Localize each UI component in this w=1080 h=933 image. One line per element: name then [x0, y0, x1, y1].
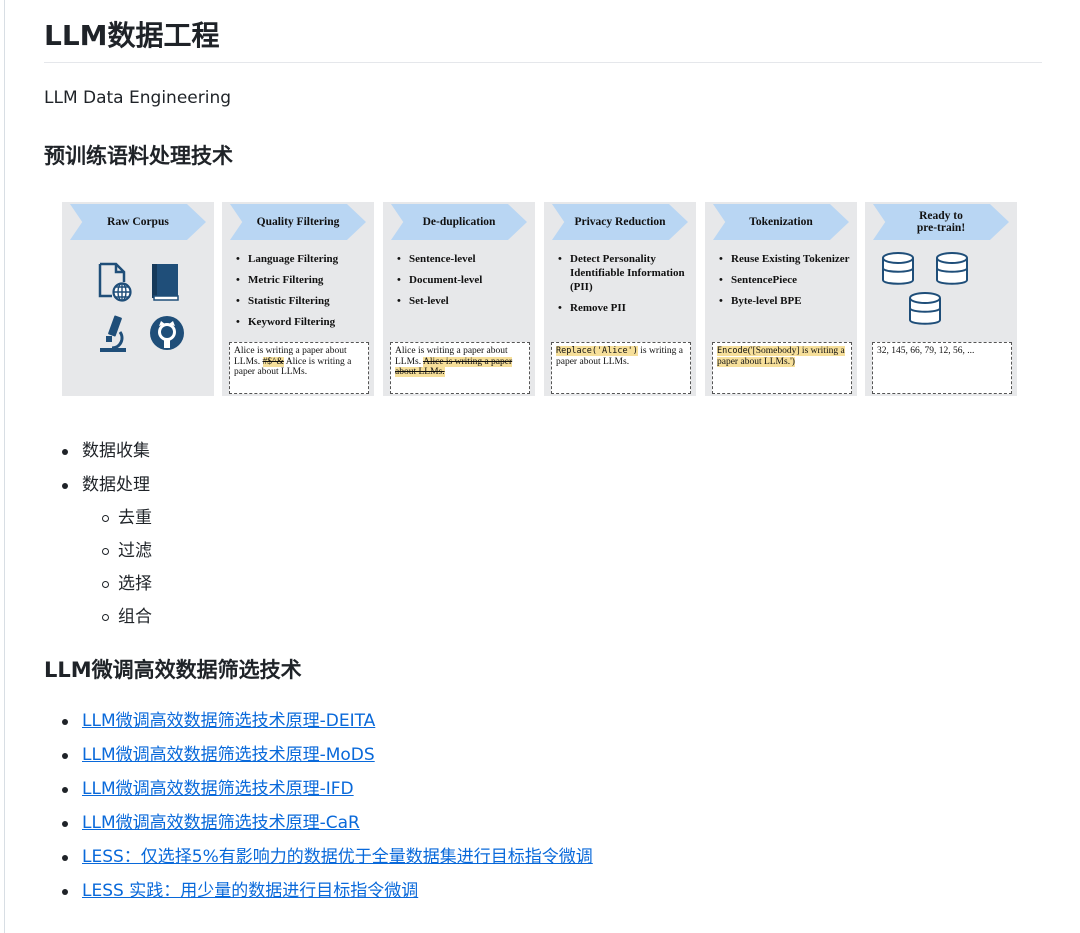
sub-list: 去重 过滤 选择 组合	[82, 502, 152, 634]
example-text: 32, 145, 66, 79, 12, 56, ...	[877, 346, 975, 356]
stage-arrow: Privacy Reduction	[552, 204, 688, 240]
sub-list-item: 选择	[82, 568, 152, 601]
bullet: Keyword Filtering	[232, 315, 370, 329]
sub-list-item: 去重	[82, 502, 152, 535]
microscope-icon	[100, 315, 126, 352]
stage-example: Alice is writing a paper about LLMs. Ali…	[390, 342, 530, 394]
bullet: Sentence-level	[393, 252, 531, 266]
stage-arrow: Ready to pre-train!	[873, 204, 1009, 240]
article-link-less[interactable]: LESS：仅选择5%有影响力的数据优于全量数据集进行目标指令微调	[82, 847, 593, 867]
bullet: Remove PII	[554, 301, 692, 315]
example-code: Encode	[717, 346, 748, 356]
stage-example: Replace('Alice') is writing a paper abou…	[551, 342, 691, 394]
stage-example: Alice is writing a paper about LLMs. #$^…	[229, 342, 369, 394]
bullet: SentencePiece	[715, 273, 853, 287]
stage-arrow: De-duplication	[391, 204, 527, 240]
example-code: Replace('Alice')	[556, 346, 638, 356]
list-item: LESS：仅选择5%有影响力的数据优于全量数据集进行目标指令微调	[62, 840, 593, 874]
stage-label: Tokenization	[749, 216, 813, 228]
book-icon	[152, 264, 179, 301]
page-title: LLM数据工程	[44, 16, 1042, 63]
section-heading-finetune: LLM微调高效数据筛选技术	[44, 658, 302, 682]
stage-label-line: pre-train!	[916, 222, 966, 234]
left-border	[4, 0, 5, 933]
example-strike: #$^&	[262, 356, 284, 367]
stage-bullets: Detect Personality Identifiable Informat…	[554, 252, 692, 322]
article-link-mods[interactable]: LLM微调高效数据筛选技术原理-MoDS	[82, 745, 375, 765]
bullet: Metric Filtering	[232, 273, 370, 287]
pretrain-list: 数据收集 数据处理 去重 过滤 选择 组合	[62, 434, 152, 634]
bullet: Reuse Existing Tokenizer	[715, 252, 853, 266]
article-link-deita[interactable]: LLM微调高效数据筛选技术原理-DEITA	[82, 711, 375, 731]
list-item: LLM微调高效数据筛选技术原理-DEITA	[62, 704, 593, 738]
list-item: LLM微调高效数据筛选技术原理-MoDS	[62, 738, 593, 772]
stage-label-line: Ready to	[919, 210, 963, 222]
list-item: LLM微调高效数据筛选技术原理-IFD	[62, 772, 593, 806]
stage-raw-corpus: Raw Corpus	[62, 202, 214, 396]
stage-deduplication: De-duplication Sentence-level Document-l…	[383, 202, 535, 396]
stage-label: Privacy Reduction	[574, 216, 666, 228]
sub-list-item: 组合	[82, 601, 152, 634]
list-item: LLM微调高效数据筛选技术原理-CaR	[62, 806, 593, 840]
stage-label: Ready to pre-train!	[917, 210, 965, 234]
finetune-links-list: LLM微调高效数据筛选技术原理-DEITA LLM微调高效数据筛选技术原理-Mo…	[62, 704, 593, 908]
stage-label: Raw Corpus	[107, 216, 169, 228]
list-item: LESS 实践：用少量的数据进行目标指令微调	[62, 874, 593, 908]
database-icon	[882, 252, 968, 325]
bullet: Document-level	[393, 273, 531, 287]
bullet: Byte-level BPE	[715, 294, 853, 308]
sub-list-item: 过滤	[82, 535, 152, 568]
pipeline-figure: Raw Corpus Quality Filtering • Language …	[62, 202, 1017, 396]
bullet: Set-level	[393, 294, 531, 308]
article-link-less-practice[interactable]: LESS 实践：用少量的数据进行目标指令微调	[82, 881, 418, 901]
stage-example: Encode('[Somebody] is writing a paper ab…	[712, 342, 852, 394]
stage-tokenization: Tokenization Reuse Existing Tokenizer Se…	[705, 202, 857, 396]
stage-example: 32, 145, 66, 79, 12, 56, ...	[872, 342, 1012, 394]
github-icon	[150, 316, 184, 350]
stage-quality-filtering: Quality Filtering Language Filtering Met…	[222, 202, 374, 396]
document-globe-icon	[98, 262, 132, 302]
list-item: 数据处理 去重 过滤 选择 组合	[62, 468, 152, 634]
stage-label: Quality Filtering	[256, 216, 340, 228]
page-subtitle: LLM Data Engineering	[44, 88, 232, 108]
stage-label: De-duplication	[422, 216, 496, 228]
list-item-label: 数据处理	[82, 475, 150, 495]
stage-bullets: Sentence-level Document-level Set-level	[393, 252, 531, 315]
bullet: Detect Personality Identifiable Informat…	[554, 252, 692, 294]
bullet: Language Filtering	[232, 252, 370, 266]
stage-bullets: Reuse Existing Tokenizer SentencePiece B…	[715, 252, 853, 315]
stage-privacy-reduction: Privacy Reduction Detect Personality Ide…	[544, 202, 696, 396]
stage-ready-to-pretrain: Ready to pre-train! 32, 145, 66, 79, 12, …	[865, 202, 1017, 396]
stage-arrow: Tokenization	[713, 204, 849, 240]
stage-arrow: Raw Corpus	[70, 204, 206, 240]
stage-bullets: Language Filtering Metric Filtering Stat…	[232, 252, 370, 336]
article-link-ifd[interactable]: LLM微调高效数据筛选技术原理-IFD	[82, 779, 354, 799]
section-heading-pretrain: 预训练语料处理技术	[44, 144, 233, 168]
raw-corpus-icons	[90, 258, 190, 358]
article-link-car[interactable]: LLM微调高效数据筛选技术原理-CaR	[82, 813, 360, 833]
bullet: Statistic Filtering	[232, 294, 370, 308]
list-item-label: 数据收集	[82, 441, 150, 461]
list-item: 数据收集	[62, 434, 152, 468]
stage-arrow: Quality Filtering	[230, 204, 366, 240]
